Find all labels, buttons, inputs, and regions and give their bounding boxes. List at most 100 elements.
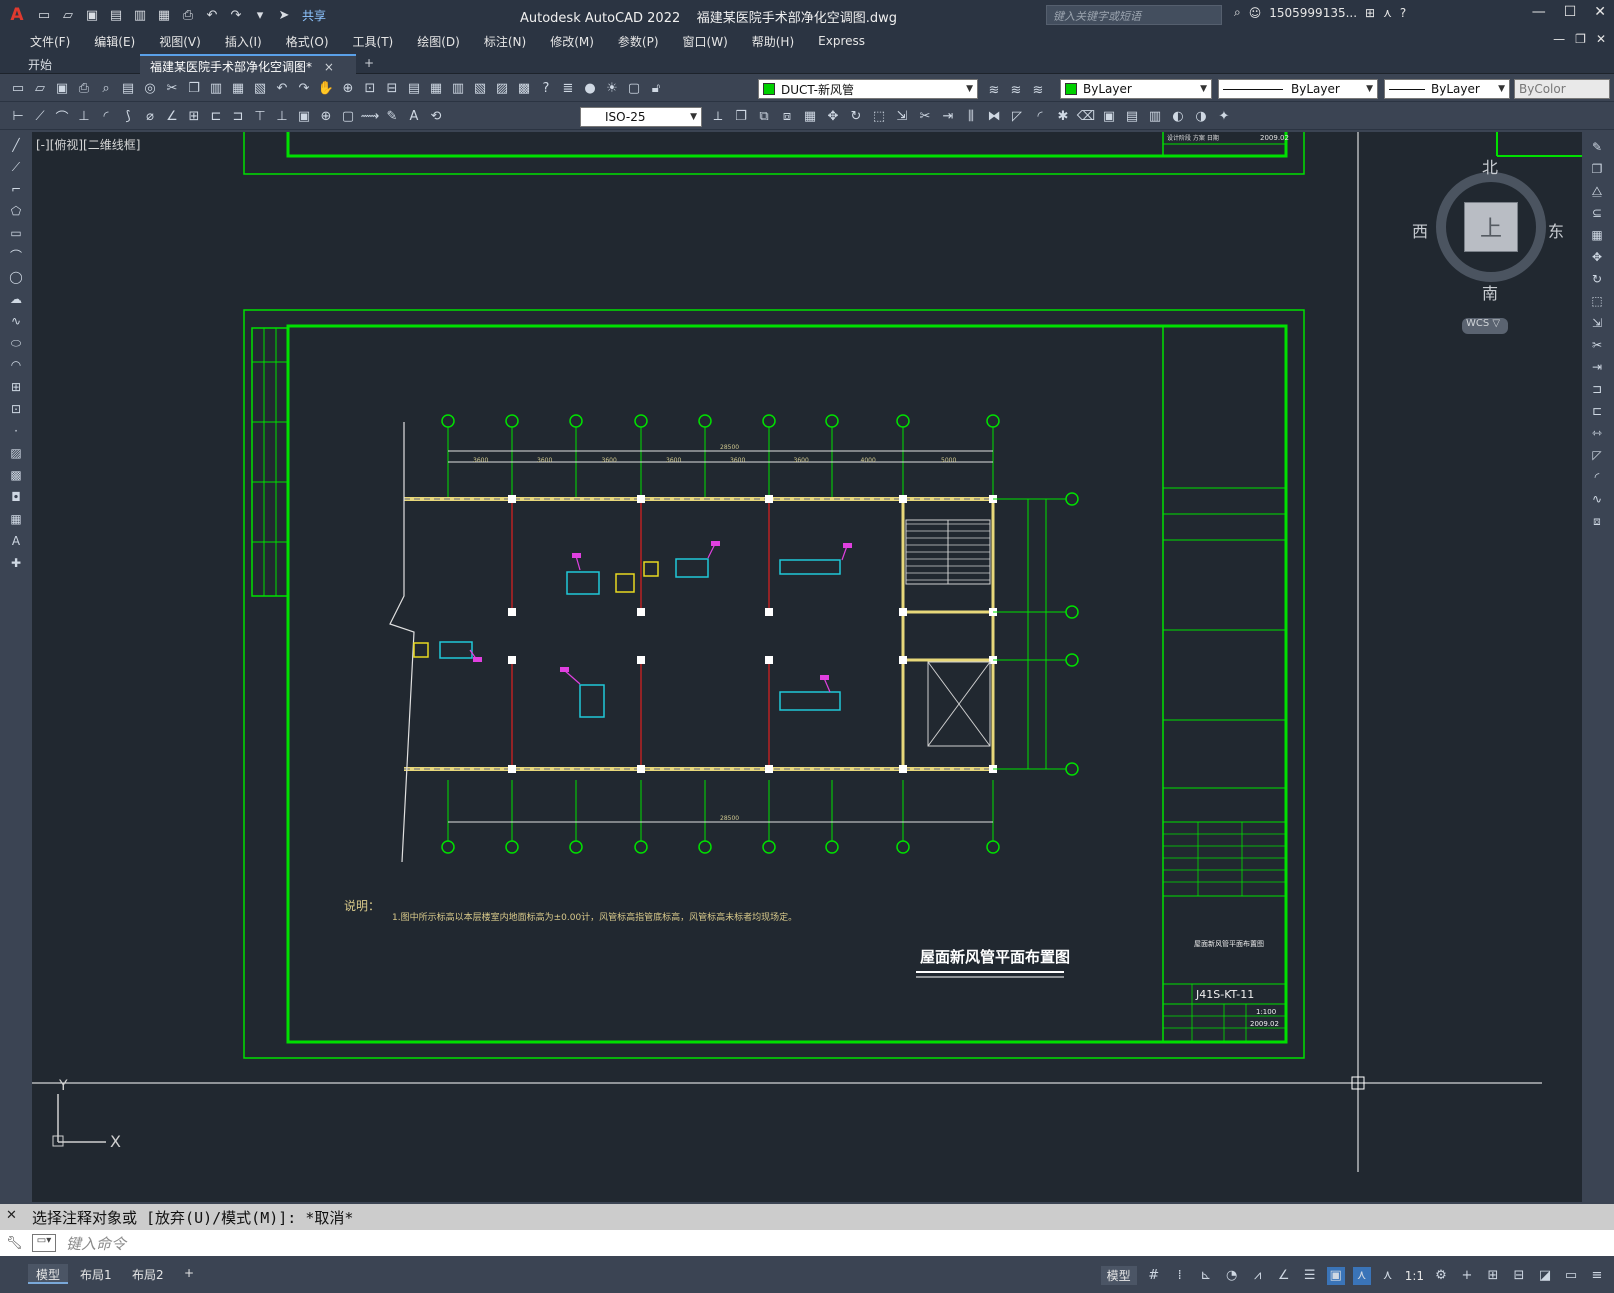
continue-dim-icon[interactable]: ⊐	[228, 107, 248, 127]
break-at-point-icon[interactable]: ⊐	[1588, 380, 1606, 398]
layer-previous-icon[interactable]: ≋	[1006, 80, 1026, 100]
rotate-icon[interactable]: ↻	[846, 106, 866, 126]
copy-icon[interactable]: ❐	[1588, 160, 1606, 178]
annotation-scale[interactable]: 1:1	[1405, 1269, 1424, 1283]
zoom-window-icon[interactable]: ⊡	[360, 79, 380, 99]
explode-icon[interactable]: ⧈	[1588, 512, 1606, 530]
erase-icon[interactable]: ⌫	[1076, 106, 1096, 126]
sheet-set-icon[interactable]: ▧	[470, 79, 490, 99]
ellipse-icon[interactable]: ⬭	[7, 334, 25, 352]
search-input[interactable]: 键入关键字或短语	[1046, 5, 1222, 25]
open-folder-icon[interactable]: ▱	[58, 5, 78, 25]
menu-item-12[interactable]: Express	[806, 34, 877, 48]
grid-icon[interactable]: #	[1145, 1267, 1163, 1285]
save-as-icon[interactable]: ▤	[106, 5, 126, 25]
match-properties-icon[interactable]: ▦	[228, 79, 248, 99]
design-center-icon[interactable]: ▦	[426, 79, 446, 99]
region-icon[interactable]: ◘	[7, 488, 25, 506]
properties-icon[interactable]: ▤	[404, 79, 424, 99]
viewcube[interactable]: 上 北 南 西 东 WCS ▽	[1412, 152, 1564, 334]
new-file-icon[interactable]: ▭	[34, 5, 54, 25]
center-mark-icon[interactable]: ⊕	[316, 107, 336, 127]
add-layout-button[interactable]: +	[176, 1264, 202, 1284]
open-icon[interactable]: ▱	[30, 79, 50, 99]
user-icon[interactable]: ☺	[1249, 6, 1262, 20]
layout-tab-1[interactable]: 布局1	[72, 1264, 120, 1284]
dimstyle-dropdown[interactable]: ISO-25 ▼	[580, 107, 702, 127]
layer-freeze-icon[interactable]: ☀	[602, 79, 622, 99]
snap-icon[interactable]: ⁞	[1171, 1267, 1189, 1285]
rotate-icon[interactable]: ↻	[1588, 270, 1606, 288]
dim-text-edit-icon[interactable]: A	[404, 107, 424, 127]
fillet-icon[interactable]: ◜	[1588, 468, 1606, 486]
viewcube-west[interactable]: 西	[1412, 218, 1428, 242]
menu-item-9[interactable]: 参数(P)	[606, 33, 671, 50]
viewcube-top-face[interactable]: 上	[1464, 202, 1518, 252]
arc-icon[interactable]: ⌒	[7, 246, 25, 264]
spline-icon[interactable]: ∿	[7, 312, 25, 330]
rectangle-icon[interactable]: ▭	[7, 224, 25, 242]
jogged-linear-icon[interactable]: ⟿	[360, 107, 380, 127]
radius-dim-icon[interactable]: ◜	[96, 107, 116, 127]
add-selected-icon[interactable]: ✚	[7, 554, 25, 572]
lineweight-dropdown[interactable]: ByLayer ▼	[1384, 79, 1510, 99]
arc-length-icon[interactable]: ⌒	[52, 107, 72, 127]
units-icon[interactable]: ⊞	[1484, 1267, 1502, 1285]
layout-tab-model[interactable]: 模型	[28, 1264, 69, 1284]
revision-cloud-icon[interactable]: ☁	[7, 290, 25, 308]
array-icon[interactable]: ▦	[800, 106, 820, 126]
cut-icon[interactable]: ✂	[162, 79, 182, 99]
make-block-icon[interactable]: ⊡	[7, 400, 25, 418]
array-icon[interactable]: ▦	[1588, 226, 1606, 244]
isolate-objects-icon[interactable]: ◪	[1536, 1267, 1554, 1285]
fillet-icon[interactable]: ◜	[1030, 106, 1050, 126]
mirror-icon[interactable]: ⧋	[1588, 182, 1606, 200]
plot-preview-icon[interactable]: ⌕	[96, 79, 116, 99]
annotation-visibility-icon[interactable]: ⋏	[1352, 1266, 1371, 1285]
trim-icon[interactable]: ✂	[1588, 336, 1606, 354]
menu-item-5[interactable]: 工具(T)	[341, 33, 406, 50]
mirror-icon[interactable]: ⧉	[754, 106, 774, 126]
insert-block-icon[interactable]: ⊞	[7, 378, 25, 396]
command-input[interactable]: 键入命令	[0, 1230, 1614, 1256]
explode-icon[interactable]: ✱	[1053, 106, 1073, 126]
move-icon[interactable]: ✥	[823, 106, 843, 126]
layer-lock-icon[interactable]: 🔓︎	[646, 79, 666, 99]
offset-icon[interactable]: ⧈	[777, 106, 797, 126]
move-icon[interactable]: ✥	[1588, 248, 1606, 266]
jogged-dim-icon[interactable]: ⟆	[118, 107, 138, 127]
viewcube-east[interactable]: 东	[1548, 218, 1564, 242]
menu-item-4[interactable]: 格式(O)	[274, 33, 341, 50]
publish-icon[interactable]: ▥	[130, 5, 150, 25]
wcs-menu[interactable]: WCS ▽	[1462, 318, 1508, 334]
polyline-icon[interactable]: ⌐	[7, 180, 25, 198]
new-icon[interactable]: ▭	[8, 79, 28, 99]
search-icon[interactable]: ⌕	[1234, 5, 1241, 20]
menu-item-8[interactable]: 修改(M)	[538, 33, 606, 50]
zoom-previous-icon[interactable]: ⊟	[382, 79, 402, 99]
new-tab-button[interactable]: +	[360, 54, 380, 74]
share-label[interactable]: 共享	[302, 7, 326, 24]
inspection-icon[interactable]: ▢	[338, 107, 358, 127]
trim-icon[interactable]: ✂	[915, 106, 935, 126]
layout-tab-2[interactable]: 布局2	[124, 1264, 172, 1284]
help-icon[interactable]: ?	[536, 79, 556, 99]
undo-icon[interactable]: ↶	[272, 79, 292, 99]
markup-icon[interactable]: ▨	[492, 79, 512, 99]
ordinate-dim-icon[interactable]: ⊥	[74, 107, 94, 127]
break-icon[interactable]: ⊏	[1588, 402, 1606, 420]
auto-scale-icon[interactable]: ⋏	[1379, 1267, 1397, 1285]
export-icon[interactable]: ▦	[154, 5, 174, 25]
blend-curves-icon[interactable]: ∿	[1588, 490, 1606, 508]
layer-viewport-icon[interactable]: ▢	[624, 79, 644, 99]
tab-start[interactable]: 开始	[18, 54, 138, 74]
diameter-dim-icon[interactable]: ⌀	[140, 107, 160, 127]
menu-item-1[interactable]: 编辑(E)	[82, 33, 147, 50]
chamfer-icon[interactable]: ◸	[1588, 446, 1606, 464]
undo-icon[interactable]: ↶	[202, 5, 222, 25]
command-customize-icon[interactable]: 🔧︎	[6, 1236, 23, 1251]
copy-icon[interactable]: ❐	[184, 79, 204, 99]
quick-properties-icon[interactable]: ⊟	[1510, 1267, 1528, 1285]
tab-close-icon[interactable]: ×	[324, 60, 334, 74]
menu-item-7[interactable]: 标注(N)	[472, 33, 538, 50]
